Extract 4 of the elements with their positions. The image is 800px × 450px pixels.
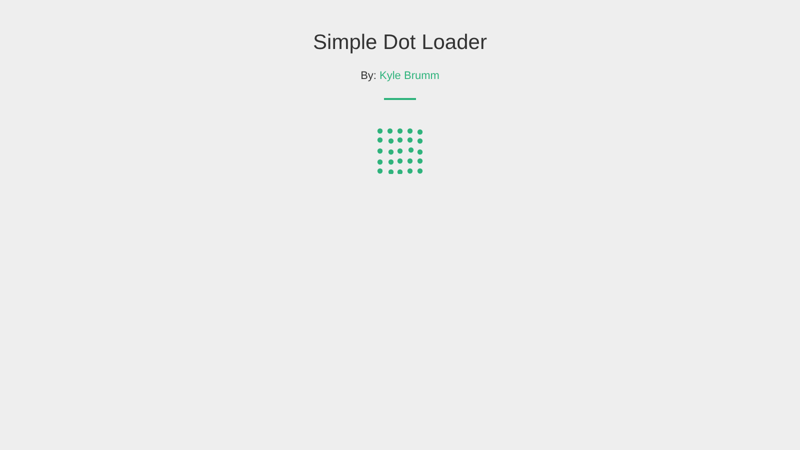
dot-grid-drawing: [377, 128, 423, 174]
page-title: Simple Dot Loader: [313, 31, 487, 55]
byline-label: By:: [360, 70, 376, 82]
author-link[interactable]: Kyle Brumm: [380, 70, 440, 82]
